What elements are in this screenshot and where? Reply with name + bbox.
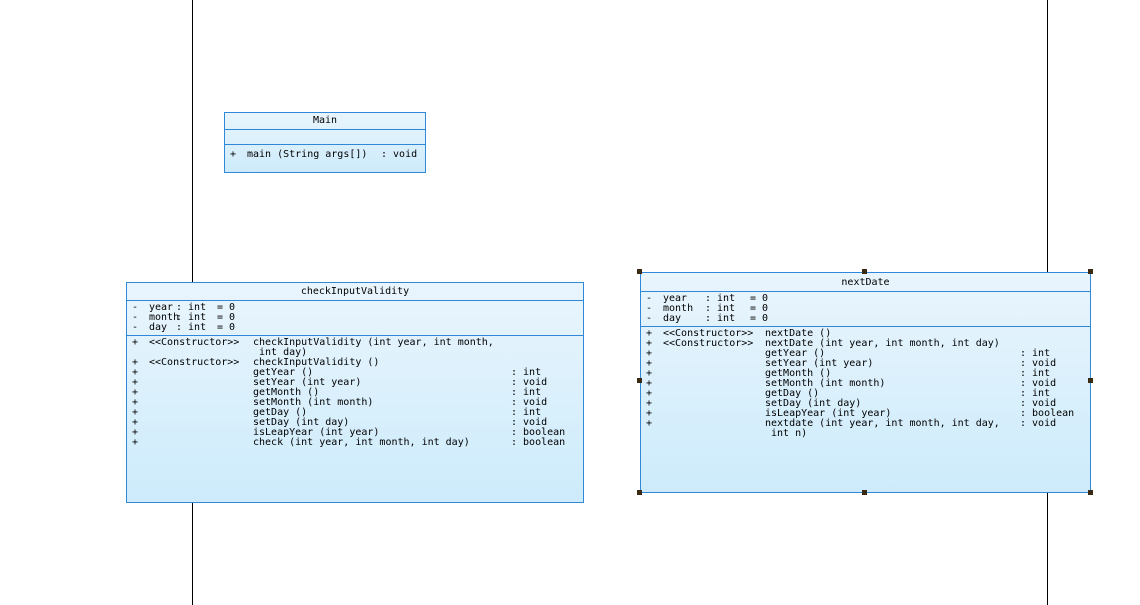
visibility-marker: - [646, 313, 653, 324]
visibility-marker: + [230, 149, 237, 160]
return-type: : boolean [511, 437, 566, 448]
selection-handle[interactable] [1088, 378, 1093, 383]
attribute-type: : int [176, 322, 207, 333]
return-type: : void [381, 149, 418, 160]
class-name: checkInputValidity [127, 283, 583, 301]
visibility-marker: + [132, 437, 139, 448]
attributes-section [225, 130, 425, 145]
return-type: : void [1020, 418, 1057, 429]
attribute-name: day [149, 322, 168, 333]
operation-signature: check (int year, int month, int day) [253, 437, 470, 448]
attribute-initial-value: = 0 [217, 322, 236, 333]
class-name: nextDate [641, 273, 1090, 292]
stereotype: <<Constructor>> [149, 357, 240, 368]
selection-handle[interactable] [1088, 269, 1093, 274]
class-box-checkinputvalidity[interactable]: checkInputValidity - year: int = 0- month: … [126, 282, 584, 503]
attributes-section: - year: int = 0- month: int = 0- day: int = 0 [641, 292, 1090, 327]
operations-section: + main (String args[]) : void [225, 145, 425, 162]
visibility-marker: + [646, 418, 653, 429]
visibility-marker: - [132, 322, 139, 333]
attribute-row[interactable]: - day : int = 0 [641, 314, 1090, 324]
selection-handle[interactable] [1088, 490, 1093, 495]
operation-row[interactable]: int n) [641, 429, 1090, 439]
operations-section: + <<Constructor>> checkInputValidity (int … [127, 336, 583, 450]
operation-row[interactable]: + <<Constructor>> checkInputValidity (int … [127, 338, 583, 348]
operations-section: + <<Constructor>> nextDate () + <<Constructo… [641, 327, 1090, 441]
selection-handle[interactable] [637, 269, 642, 274]
operation-signature: int n) [765, 428, 808, 439]
operation-row[interactable]: + check (int year, int month, int day) : b… [127, 438, 583, 448]
attributes-section: - year: int = 0- month: int = 0- day: int = 0 [127, 301, 583, 336]
operation-row[interactable]: + nextdate (int year, int month, int day,… [641, 419, 1090, 429]
class-name: Main [225, 113, 425, 130]
class-box-nextdate[interactable]: nextDate - year: int = 0- month: int = 0- day… [640, 272, 1091, 493]
attribute-row[interactable]: - day : int = 0 [127, 323, 583, 333]
attribute-type: : int [705, 313, 736, 324]
attribute-name: day [663, 313, 682, 324]
visibility-marker: + [132, 337, 139, 348]
selection-handle[interactable] [637, 378, 642, 383]
stereotype: <<Constructor>> [149, 337, 240, 348]
attribute-initial-value: = 0 [750, 313, 769, 324]
operation-signature: main (String args[]) [247, 149, 368, 160]
stereotype: <<Constructor>> [663, 338, 754, 349]
selection-handle[interactable] [637, 490, 642, 495]
selection-handle[interactable] [862, 490, 867, 495]
class-box-main[interactable]: Main + main (String args[]) : void [224, 112, 426, 173]
selection-handle[interactable] [862, 269, 867, 274]
operation-row[interactable]: + main (String args[]) : void [225, 150, 425, 160]
